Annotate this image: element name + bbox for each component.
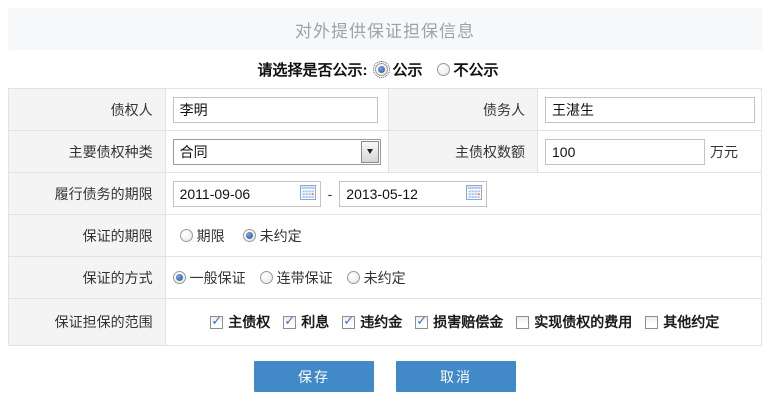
checkbox-other-agreed-icon[interactable] [645, 316, 658, 329]
checkbox-damages-icon[interactable] [415, 316, 428, 329]
checkbox-realization-costs-icon[interactable] [516, 316, 529, 329]
checkbox-interest-icon[interactable] [283, 316, 296, 329]
row-guarantee-mode: 保证的方式 一般保证 连带保证 未约定 [9, 257, 762, 299]
checkbox-other-agreed-label: 其他约定 [663, 312, 719, 332]
guarantee-info-page: 对外提供保证担保信息 请选择是否公示: 公示 不公示 债权人 债务人 主要债权种… [0, 0, 770, 412]
creditor-label: 债权人 [9, 89, 166, 131]
guarantee-period-label: 保证的期限 [9, 215, 166, 257]
start-date-input[interactable]: 2011-09-06 [173, 181, 321, 207]
cancel-button[interactable]: 取消 [396, 361, 516, 392]
publicity-choice-row: 请选择是否公示: 公示 不公示 [0, 50, 770, 88]
checkbox-realization-costs-label: 实现债权的费用 [534, 312, 632, 332]
radio-option-not-public[interactable]: 不公示 [437, 59, 499, 80]
checkbox-option-interest[interactable]: 利息 [283, 312, 329, 332]
checkbox-option-realization-costs[interactable]: 实现债权的费用 [516, 312, 632, 332]
radio-public-label: 公示 [392, 59, 422, 80]
checkbox-principal-claim-icon[interactable] [210, 316, 223, 329]
end-date-input[interactable]: 2013-05-12 [339, 181, 487, 207]
checkbox-interest-label: 利息 [301, 312, 329, 332]
row-performance-period: 履行债务的期限 2011-09-06 [9, 173, 762, 215]
radio-fixed-period-label: 期限 [197, 226, 225, 246]
radio-general-guarantee-label: 一般保证 [190, 268, 246, 288]
checkbox-penalty-label: 违约金 [360, 312, 402, 332]
radio-option-fixed-period[interactable]: 期限 [180, 226, 225, 246]
radio-public-icon[interactable] [375, 63, 388, 76]
radio-option-mode-unagreed[interactable]: 未约定 [347, 268, 406, 288]
checkbox-option-damages[interactable]: 损害赔偿金 [415, 312, 503, 332]
radio-period-unagreed-label: 未约定 [260, 226, 302, 246]
radio-period-unagreed-icon[interactable] [243, 229, 256, 242]
radio-fixed-period-icon[interactable] [180, 229, 193, 242]
calendar-icon[interactable] [300, 185, 316, 203]
debtor-label: 债务人 [388, 89, 537, 131]
select-dropdown-button[interactable] [361, 141, 379, 163]
checkbox-principal-claim-label: 主债权 [228, 312, 270, 332]
checkbox-option-other-agreed[interactable]: 其他约定 [645, 312, 719, 332]
debt-amount-input[interactable] [545, 139, 705, 165]
debtor-input[interactable] [545, 97, 755, 123]
radio-option-general-guarantee[interactable]: 一般保证 [173, 268, 246, 288]
radio-mode-unagreed-icon[interactable] [347, 271, 360, 284]
radio-mode-unagreed-label: 未约定 [364, 268, 406, 288]
page-title: 对外提供保证担保信息 [295, 17, 475, 42]
checkbox-damages-label: 损害赔偿金 [433, 312, 503, 332]
row-creditor-debtor: 债权人 债务人 [9, 89, 762, 131]
end-date-value: 2013-05-12 [346, 186, 418, 202]
page-header: 对外提供保证担保信息 [8, 8, 762, 50]
save-button[interactable]: 保存 [254, 361, 374, 392]
radio-not-public-icon[interactable] [437, 63, 450, 76]
checkbox-option-penalty[interactable]: 违约金 [342, 312, 402, 332]
calendar-icon[interactable] [466, 185, 482, 203]
radio-option-joint-guarantee[interactable]: 连带保证 [260, 268, 333, 288]
checkbox-option-principal-claim[interactable]: 主债权 [210, 312, 270, 332]
chevron-down-icon [367, 149, 373, 154]
performance-period-label: 履行债务的期限 [9, 173, 166, 215]
radio-general-guarantee-icon[interactable] [173, 271, 186, 284]
date-range-separator: - [328, 186, 333, 202]
creditor-input[interactable] [173, 97, 378, 123]
debt-amount-label: 主债权数额 [388, 131, 537, 173]
radio-joint-guarantee-icon[interactable] [260, 271, 273, 284]
row-guarantee-scope: 保证担保的范围 主债权 利息 违约金 [9, 299, 762, 346]
guarantee-scope-label: 保证担保的范围 [9, 299, 166, 346]
radio-joint-guarantee-label: 连带保证 [277, 268, 333, 288]
start-date-value: 2011-09-06 [180, 186, 251, 202]
checkbox-penalty-icon[interactable] [342, 316, 355, 329]
publicity-label: 请选择是否公示: [257, 59, 367, 80]
debt-type-label: 主要债权种类 [9, 131, 166, 173]
debt-amount-unit: 万元 [710, 144, 738, 160]
action-button-row: 保存 取消 [0, 361, 770, 392]
radio-not-public-label: 不公示 [454, 59, 499, 80]
radio-option-period-unagreed[interactable]: 未约定 [243, 226, 302, 246]
row-guarantee-period: 保证的期限 期限 未约定 [9, 215, 762, 257]
guarantee-form-table: 债权人 债务人 主要债权种类 合同 主债权数额 万元 [8, 88, 762, 346]
row-debt-type-amount: 主要债权种类 合同 主债权数额 万元 [9, 131, 762, 173]
guarantee-mode-label: 保证的方式 [9, 257, 166, 299]
radio-option-public[interactable]: 公示 [375, 59, 422, 80]
debt-type-select[interactable]: 合同 [173, 139, 381, 165]
debt-type-selected-value: 合同 [174, 142, 208, 162]
